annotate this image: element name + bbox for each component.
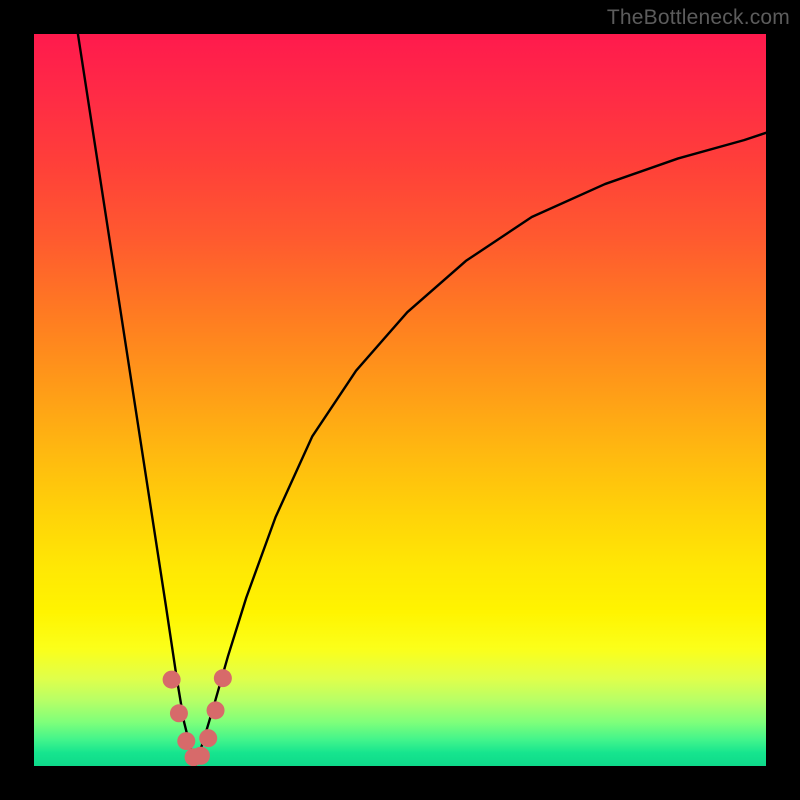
bottleneck-curve bbox=[34, 34, 766, 766]
curve-left-branch bbox=[78, 34, 195, 766]
marker-dot bbox=[199, 729, 217, 747]
chart-frame: TheBottleneck.com bbox=[0, 0, 800, 800]
curve-right-branch bbox=[195, 133, 766, 766]
marker-dot bbox=[214, 669, 232, 687]
marker-dot bbox=[207, 701, 225, 719]
marker-dot bbox=[177, 732, 195, 750]
plot-area bbox=[34, 34, 766, 766]
marker-dot bbox=[163, 671, 181, 689]
watermark-text: TheBottleneck.com bbox=[607, 6, 790, 30]
marker-dot bbox=[192, 747, 210, 765]
marker-dot bbox=[170, 704, 188, 722]
